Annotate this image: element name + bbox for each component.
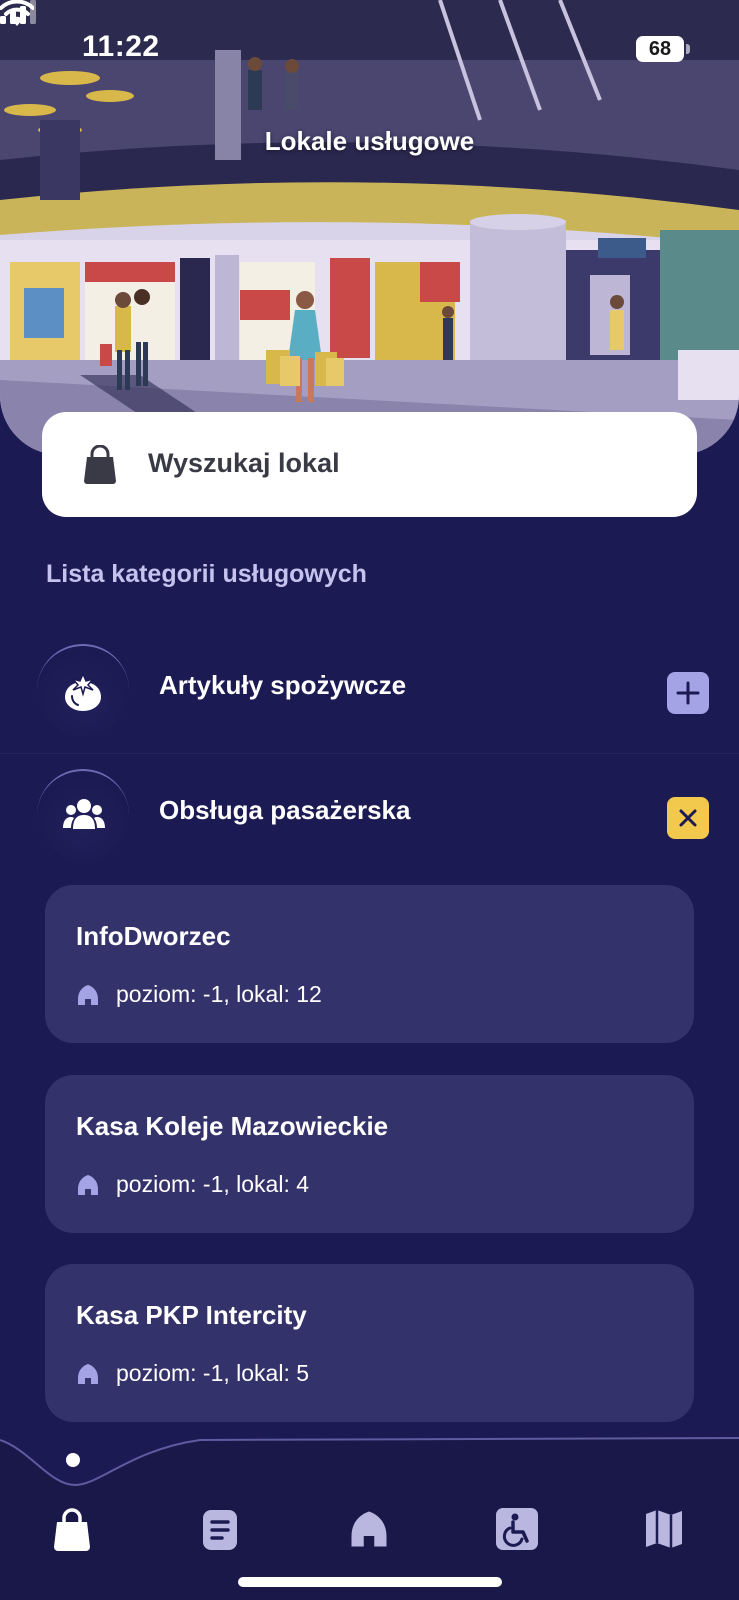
nav-item-home[interactable]: [348, 1508, 392, 1552]
bottom-navigation: [0, 1430, 739, 1600]
location-name: Kasa PKP Intercity: [76, 1300, 307, 1330]
location-card[interactable]: Kasa PKP Intercity poziom: -1, lokal: 5: [45, 1264, 694, 1422]
hero-illustration: 11:22 68 Lokale usługowe: [0, 0, 739, 455]
category-label: Obsługa pasażerska: [159, 795, 411, 825]
tomato-icon: [65, 672, 101, 711]
home-indicator: [238, 1577, 502, 1587]
accessibility-icon: [496, 1508, 538, 1550]
people-group-icon: [63, 799, 105, 829]
category-label: Artykuły spożywcze: [159, 670, 407, 700]
map-icon: [646, 1510, 682, 1548]
nav-item-documents[interactable]: [201, 1508, 245, 1552]
battery-indicator: 68: [636, 36, 684, 62]
status-time: 11:22: [82, 30, 160, 63]
location-detail: poziom: -1, lokal: 5: [116, 1360, 310, 1386]
category-row-groceries[interactable]: Artykuły spożywcze: [0, 630, 739, 754]
section-title: Lista kategorii usługowych: [46, 560, 367, 588]
home-icon: [351, 1511, 387, 1547]
battery-level: 68: [648, 37, 672, 60]
category-row-passenger-service[interactable]: Obsługa pasażerska: [0, 755, 739, 879]
battery-tip: [686, 44, 690, 54]
search-input[interactable]: [42, 412, 697, 517]
location-name: Kasa Koleje Mazowieckie: [76, 1111, 389, 1141]
shopping-bag-icon: [84, 445, 116, 484]
close-icon: [679, 809, 697, 827]
plus-icon: [676, 681, 700, 705]
expand-button[interactable]: [667, 672, 709, 714]
location-card[interactable]: Kasa Koleje Mazowieckie poziom: -1, loka…: [45, 1075, 694, 1233]
home-icon: [78, 1364, 98, 1384]
location-detail: poziom: -1, lokal: 12: [116, 981, 322, 1007]
location-detail: poziom: -1, lokal: 4: [116, 1171, 310, 1197]
nav-item-services[interactable]: [52, 1508, 96, 1552]
location-name: InfoDworzec: [76, 921, 231, 951]
category-badge: [37, 769, 129, 861]
status-bar: 11:22 68: [0, 0, 739, 100]
category-badge: [37, 644, 129, 736]
search-placeholder: Wyszukaj lokal: [148, 448, 340, 478]
home-icon: [78, 1175, 98, 1195]
nav-item-accessibility[interactable]: [496, 1508, 540, 1552]
collapse-button[interactable]: [667, 797, 709, 839]
wifi-icon: [0, 0, 34, 26]
location-card[interactable]: InfoDworzec poziom: -1, lokal: 12: [45, 885, 694, 1043]
nav-item-map[interactable]: [644, 1508, 688, 1552]
active-indicator-dot: [66, 1453, 80, 1467]
page-title: Lokale usługowe: [264, 126, 475, 156]
document-icon: [203, 1510, 237, 1550]
home-icon: [78, 985, 98, 1005]
shopping-bag-icon: [54, 1508, 90, 1551]
